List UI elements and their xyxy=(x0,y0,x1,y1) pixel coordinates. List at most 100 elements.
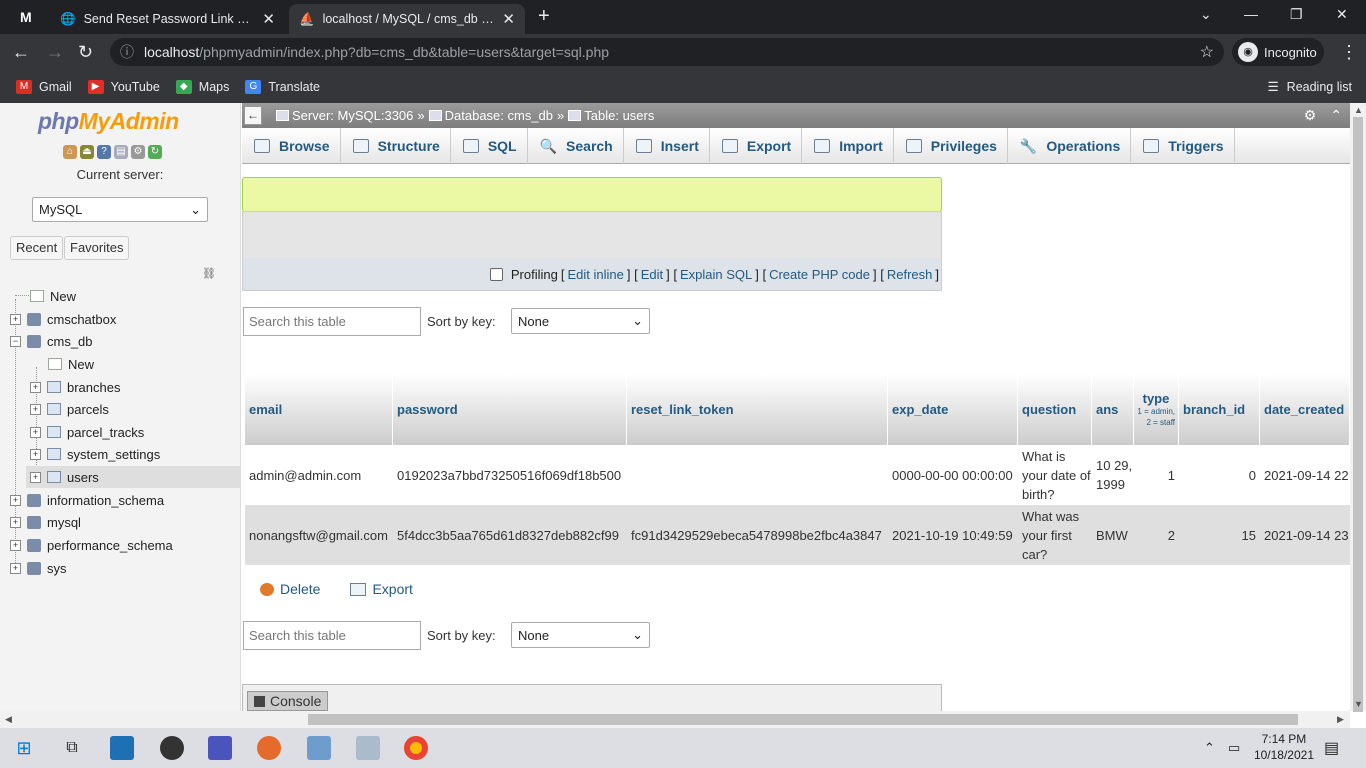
column-header-type[interactable]: type 1 = admin, 2 = staff xyxy=(1134,374,1179,445)
obs-icon[interactable] xyxy=(160,736,184,760)
tree-table-users[interactable]: + users xyxy=(26,466,240,488)
back-icon[interactable]: ← xyxy=(12,42,30,63)
new-tab-icon[interactable]: + xyxy=(538,5,550,28)
column-header-reset-link-token[interactable]: reset_link_token xyxy=(627,374,888,445)
vertical-scrollbar[interactable]: ▲ ▼ xyxy=(1350,103,1366,712)
favorites-button[interactable]: Favorites xyxy=(64,236,130,260)
bookmark-gmail[interactable]: M Gmail xyxy=(16,79,72,94)
gear-icon[interactable]: ⚙ xyxy=(1304,107,1317,124)
explain-sql-link[interactable]: Explain SQL xyxy=(680,267,752,282)
tree-table-parcel_tracks[interactable]: + parcel_tracks xyxy=(30,421,144,443)
phpmyadmin-logo[interactable]: phpMyAdmin xyxy=(38,108,179,135)
expand-icon[interactable]: + xyxy=(30,381,41,393)
vscode-icon[interactable] xyxy=(110,736,134,760)
tab-browse[interactable]: Browse xyxy=(242,128,341,164)
tree-table-parcels[interactable]: + parcels xyxy=(30,398,109,420)
expand-icon[interactable]: + xyxy=(10,539,21,551)
table-row[interactable]: admin@admin.com 0192023a7bbd73250516f069… xyxy=(245,445,1350,505)
docs-icon[interactable]: ▤ xyxy=(114,145,128,159)
browser-tab-inactive[interactable]: 🌐 Send Reset Password Link with E ✕ xyxy=(50,4,285,34)
expand-icon[interactable]: + xyxy=(10,516,21,528)
create-php-code-link[interactable]: Create PHP code xyxy=(769,267,870,282)
close-icon[interactable]: ✕ xyxy=(502,10,515,28)
scroll-thumb[interactable] xyxy=(1353,117,1363,712)
column-header-question[interactable]: question xyxy=(1018,374,1092,445)
tab-insert[interactable]: Insert xyxy=(624,128,710,164)
chevron-up-icon[interactable]: ⌃ xyxy=(1204,740,1215,756)
tree-db-performance_schema[interactable]: + performance_schema xyxy=(10,534,173,556)
tab-sql[interactable]: SQL xyxy=(451,128,528,164)
minimize-icon[interactable]: — xyxy=(1244,6,1258,22)
column-header-email[interactable]: email xyxy=(245,374,393,445)
expand-icon[interactable]: + xyxy=(10,313,21,325)
expand-icon[interactable]: + xyxy=(30,448,41,460)
browser-tab-active[interactable]: ⛵ localhost / MySQL / cms_db / use ✕ xyxy=(289,4,525,34)
tab-structure[interactable]: Structure xyxy=(341,128,451,164)
tree-db-cmschatbox[interactable]: + cmschatbox xyxy=(10,308,116,330)
tab-export[interactable]: Export xyxy=(710,128,803,164)
edit-link[interactable]: Edit xyxy=(641,267,663,282)
expand-icon[interactable]: + xyxy=(10,562,21,574)
bookmark-youtube[interactable]: ▶ YouTube xyxy=(87,79,160,94)
window-close-icon[interactable]: ✕ xyxy=(1336,6,1348,23)
scroll-left-icon[interactable]: ◀ xyxy=(5,714,12,725)
tab-privileges[interactable]: Privileges xyxy=(894,128,1008,164)
tab-search[interactable]: 🔍 Search xyxy=(528,128,624,164)
server-select[interactable]: MySQL ⌄ xyxy=(32,197,208,222)
console-toggle[interactable]: Console xyxy=(247,691,329,711)
expand-icon[interactable]: + xyxy=(10,494,21,506)
collapse-nav-button[interactable]: ← xyxy=(244,106,262,125)
maximize-icon[interactable]: ❐ xyxy=(1290,6,1303,23)
reading-list[interactable]: ☰ Reading list xyxy=(1267,79,1352,95)
address-bar[interactable]: ⓘ localhost /phpmyadmin/index.php?db=cms… xyxy=(110,38,1224,66)
sort-select-bottom[interactable]: None ⌄ xyxy=(511,622,650,648)
scroll-up-icon[interactable]: ▲ xyxy=(1354,105,1363,115)
tab-triggers[interactable]: Triggers xyxy=(1131,128,1235,164)
chrome-icon[interactable] xyxy=(404,736,428,760)
horizontal-scrollbar[interactable]: ◀ ▶ xyxy=(0,711,1350,728)
close-icon[interactable]: ✕ xyxy=(262,10,275,28)
column-header-date-created[interactable]: date_created xyxy=(1260,374,1350,445)
forward-icon[interactable]: → xyxy=(46,42,64,63)
column-header-exp-date[interactable]: exp_date xyxy=(888,374,1018,445)
tree-db-cms_db[interactable]: − cms_db xyxy=(10,330,93,352)
refresh-link[interactable]: Refresh xyxy=(887,267,933,282)
collapse-icon[interactable]: − xyxy=(10,335,21,347)
delete-button[interactable]: Delete xyxy=(260,581,320,597)
home-icon[interactable]: ⌂ xyxy=(63,145,77,159)
app-icon[interactable] xyxy=(307,736,331,760)
teams-icon[interactable] xyxy=(208,736,232,760)
column-header-ans[interactable]: ans xyxy=(1092,374,1134,445)
table-row[interactable]: nonangsftw@gmail.com 5f4dcc3b5aa765d61d8… xyxy=(245,505,1350,565)
logout-icon[interactable]: ⏏ xyxy=(80,145,94,159)
recent-button[interactable]: Recent xyxy=(10,236,64,260)
settings-icon[interactable]: ⚙ xyxy=(131,145,145,159)
scroll-thumb[interactable] xyxy=(308,714,1298,725)
incognito-badge[interactable]: ◉ Incognito xyxy=(1232,38,1324,66)
sort-select[interactable]: None ⌄ xyxy=(511,308,650,334)
export-button[interactable]: Export xyxy=(350,581,413,597)
wamp-icon[interactable] xyxy=(257,736,281,760)
tree-db-information_schema[interactable]: + information_schema xyxy=(10,489,164,511)
tree-new-database[interactable]: New xyxy=(30,285,76,307)
profiling-checkbox[interactable] xyxy=(489,267,503,281)
tree-new-table[interactable]: New xyxy=(48,353,94,375)
tree-db-sys[interactable]: + sys xyxy=(10,557,67,579)
column-header-password[interactable]: password xyxy=(393,374,627,445)
expand-icon[interactable]: + xyxy=(30,403,41,415)
expand-icon[interactable]: + xyxy=(30,426,41,438)
edit-inline-link[interactable]: Edit inline xyxy=(567,267,623,282)
collapse-top-icon[interactable]: ⌃ xyxy=(1330,107,1342,124)
reload-icon[interactable]: ↻ xyxy=(78,42,93,63)
scroll-right-icon[interactable]: ▶ xyxy=(1337,714,1344,725)
notification-icon[interactable]: ▤ xyxy=(1324,738,1339,758)
tree-db-mysql[interactable]: + mysql xyxy=(10,511,81,533)
battery-icon[interactable]: ▭ xyxy=(1228,740,1240,756)
help-icon[interactable]: ? xyxy=(97,145,111,159)
app-icon[interactable] xyxy=(356,736,380,760)
tab-import[interactable]: Import xyxy=(802,128,894,164)
bookmark-star-icon[interactable]: ☆ xyxy=(1200,42,1214,62)
breadcrumb-server[interactable]: Server: MySQL:3306 xyxy=(276,108,413,123)
reload-nav-icon[interactable]: ↻ xyxy=(148,145,162,159)
expand-icon[interactable]: + xyxy=(30,471,41,483)
